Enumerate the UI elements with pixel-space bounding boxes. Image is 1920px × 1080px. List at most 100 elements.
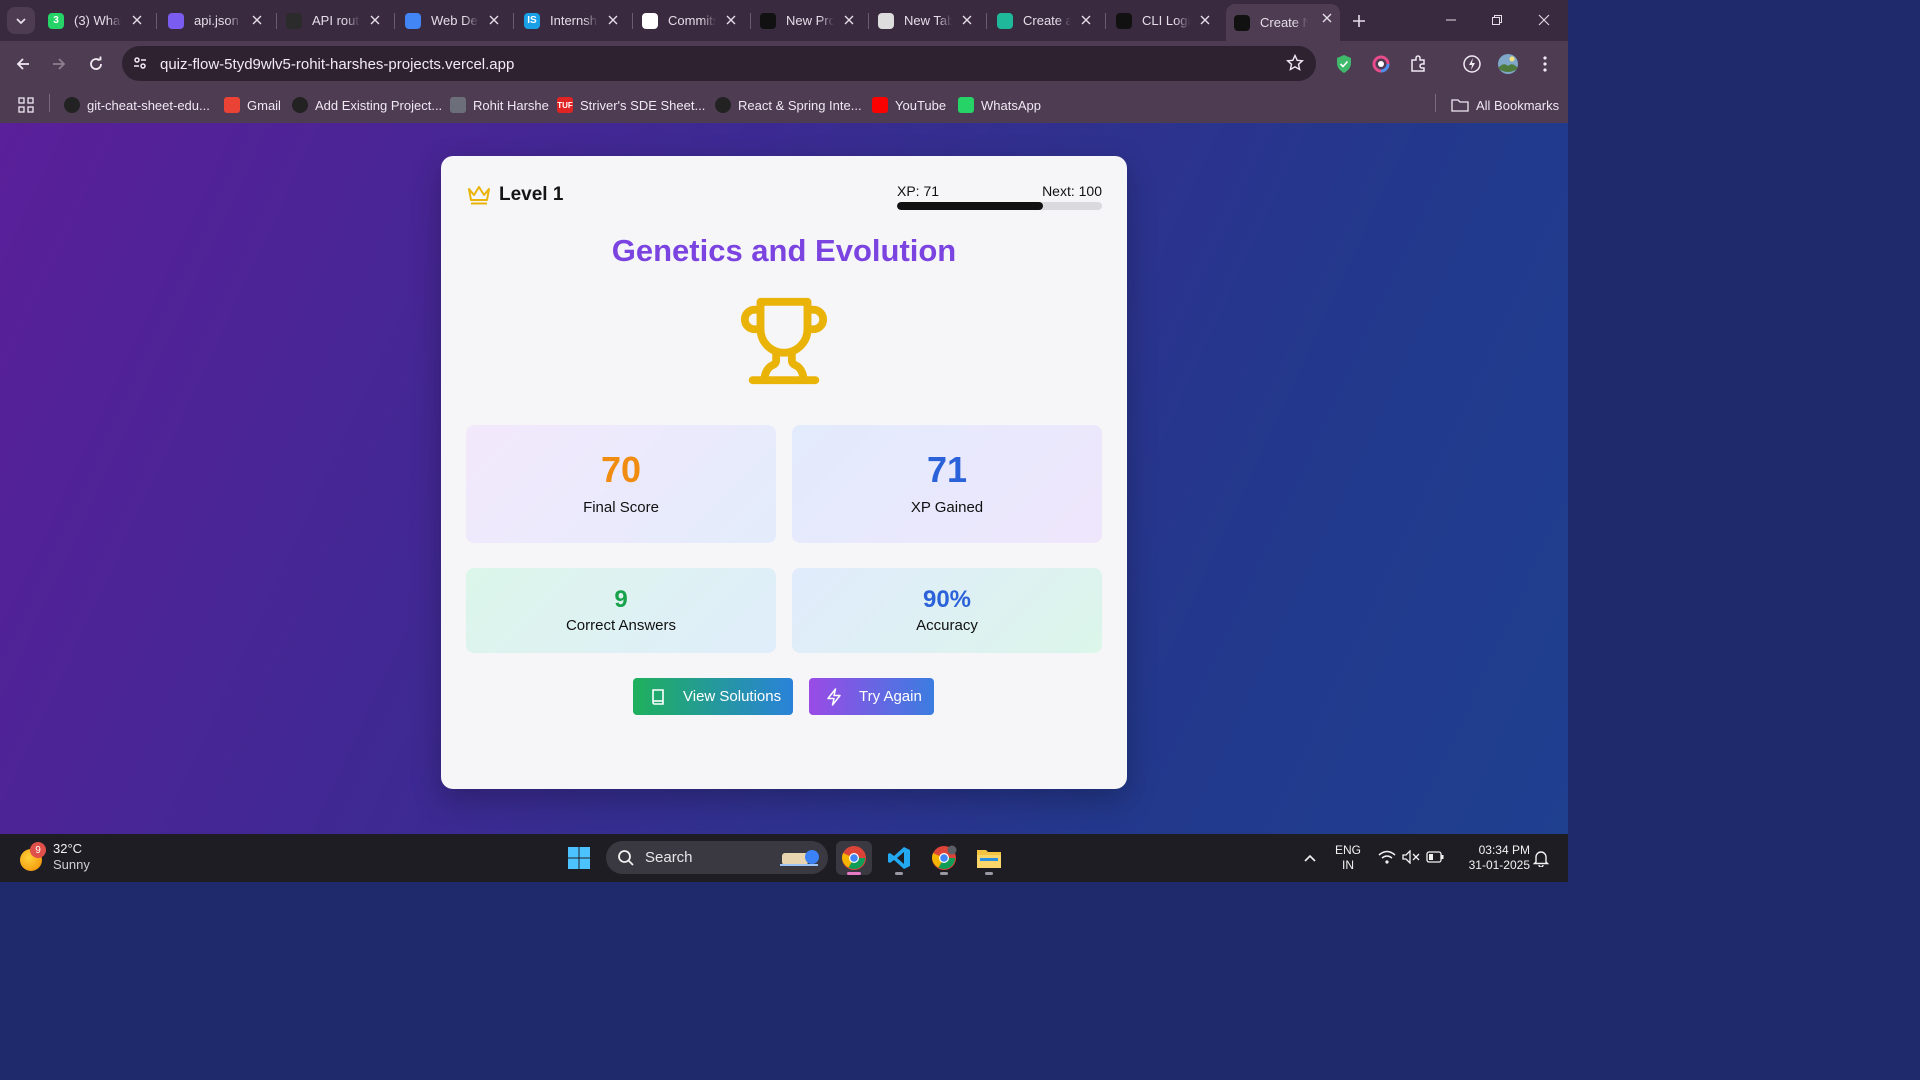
arrow-right-icon: [53, 58, 66, 70]
browser-tab[interactable]: api.json: [160, 6, 270, 35]
all-bookmarks-button[interactable]: All Bookmarks: [1451, 95, 1559, 115]
color-extension[interactable]: [1369, 52, 1393, 76]
xp-gained-value: 71: [926, 449, 968, 490]
address-bar[interactable]: quiz-flow-5tyd9wlv5-rohit-harshes-projec…: [122, 46, 1316, 81]
browser-tab[interactable]: Web Dev: [397, 6, 507, 35]
browser-tab[interactable]: IS Internship: [516, 6, 626, 35]
close-tab-icon[interactable]: [1320, 11, 1334, 25]
taskbar-vscode[interactable]: [881, 841, 917, 875]
try-again-button[interactable]: Try Again: [809, 678, 934, 715]
tab-separator: [750, 13, 751, 29]
reload-button[interactable]: [81, 49, 111, 79]
new-tab-button[interactable]: [1347, 9, 1371, 33]
close-tab-icon[interactable]: [250, 13, 264, 27]
region-code: IN: [1342, 858, 1354, 872]
close-tab-icon[interactable]: [960, 13, 974, 27]
tab-title: Commits: [668, 13, 716, 28]
google-docs-icon: [405, 12, 421, 29]
view-solutions-button[interactable]: View Solutions: [633, 678, 793, 715]
close-tab-icon[interactable]: [1198, 13, 1212, 27]
notification-bell-icon[interactable]: [1533, 849, 1549, 867]
browser-tab[interactable]: Commits: [634, 6, 744, 35]
battery-icon[interactable]: [1426, 851, 1444, 863]
bookmark-item[interactable]: YouTube: [872, 95, 946, 115]
close-tab-icon[interactable]: [842, 13, 856, 27]
url-text[interactable]: quiz-flow-5tyd9wlv5-rohit-harshes-projec…: [160, 56, 514, 73]
bookmark-item[interactable]: React & Spring Inte...: [715, 95, 862, 115]
browser-tab[interactable]: CLI Login: [1108, 6, 1218, 35]
bookmark-label: git-cheat-sheet-edu...: [87, 97, 210, 113]
tab-separator: [513, 13, 514, 29]
tab-title: (3) WhatsApp: [74, 13, 122, 28]
close-tab-icon[interactable]: [487, 13, 501, 27]
language-indicator[interactable]: ENG IN: [1334, 843, 1362, 873]
bookmark-item[interactable]: Gmail: [224, 95, 281, 115]
browser-tab[interactable]: Create a: [989, 6, 1099, 35]
close-tab-icon[interactable]: [130, 13, 144, 27]
tab-separator: [1105, 13, 1106, 29]
tab-search-button[interactable]: [7, 7, 35, 34]
close-tab-icon[interactable]: [1079, 13, 1093, 27]
shield-extension[interactable]: [1332, 52, 1356, 76]
tab-separator: [276, 13, 277, 29]
apps-button[interactable]: [18, 95, 34, 115]
bookmark-label: React & Spring Inte...: [738, 97, 862, 113]
close-tab-icon[interactable]: [368, 13, 382, 27]
volume-muted-icon[interactable]: [1402, 850, 1420, 864]
bookmark-star-icon[interactable]: [1286, 54, 1304, 72]
wifi-icon[interactable]: [1378, 850, 1396, 864]
close-icon: [1538, 14, 1550, 26]
close-tab-icon[interactable]: [724, 13, 738, 27]
weather-widget[interactable]: 9 32°C Sunny: [20, 841, 90, 873]
folder-icon: [977, 850, 1001, 868]
bookmark-label: Gmail: [247, 97, 281, 113]
close-window-button[interactable]: [1529, 8, 1559, 32]
menu-button[interactable]: [1533, 52, 1557, 76]
site-info-icon[interactable]: [132, 55, 148, 71]
final-score-caption: Final Score: [583, 499, 659, 516]
minimize-button[interactable]: [1436, 8, 1466, 32]
start-button[interactable]: [561, 841, 597, 875]
tab-separator: [394, 13, 395, 29]
final-score-card: 70 Final Score: [466, 425, 776, 543]
extensions-button[interactable]: [1406, 52, 1430, 76]
xp-gained-caption: XP Gained: [910, 499, 984, 516]
taskbar-search[interactable]: Search: [606, 841, 828, 874]
clock[interactable]: 03:34 PM 31-01-2025: [1454, 843, 1530, 873]
bookmarks-bar: git-cheat-sheet-edu... Gmail Add Existing …: [0, 87, 1568, 123]
browser-tab[interactable]: 3 (3) WhatsApp: [40, 6, 150, 35]
openai-icon: [715, 97, 731, 113]
profile-avatar[interactable]: [1496, 52, 1520, 76]
bookmark-item[interactable]: Rohit Harshe: [450, 95, 549, 115]
browser-tab[interactable]: API routes: [278, 6, 388, 35]
whatsapp-icon: 3: [48, 12, 64, 29]
close-tab-icon[interactable]: [606, 13, 620, 27]
bookmark-item[interactable]: git-cheat-sheet-edu...: [64, 95, 210, 115]
windows-icon: [568, 847, 590, 869]
browser-tab[interactable]: New Tab: [870, 6, 980, 35]
bookmark-item[interactable]: TUF Striver's SDE Sheet...: [557, 95, 705, 115]
restore-button[interactable]: [1482, 8, 1512, 32]
tray-overflow-button[interactable]: [1298, 846, 1322, 870]
reload-icon: [90, 56, 102, 70]
taskbar-file-explorer[interactable]: [971, 841, 1007, 875]
bookmark-item[interactable]: Add Existing Project...: [292, 95, 442, 115]
browser-tab[interactable]: Create N: [1226, 4, 1340, 41]
apps-grid-icon: [18, 97, 34, 113]
browser-tab[interactable]: New Project: [752, 6, 862, 35]
forward-button[interactable]: [44, 49, 74, 79]
taskbar-chrome-profile[interactable]: [926, 841, 962, 875]
book-icon: [652, 688, 664, 705]
lightning-icon: [827, 687, 841, 706]
search-icon: [618, 849, 634, 866]
bookmark-item[interactable]: WhatsApp: [958, 95, 1041, 115]
tab-title: api.json: [194, 13, 239, 28]
level-indicator: Level 1: [467, 184, 563, 206]
tuf-icon: TUF: [557, 97, 573, 113]
running-indicator: [940, 872, 948, 875]
xp-gained-card: 71 XP Gained: [792, 425, 1102, 543]
taskbar-chrome[interactable]: [836, 841, 872, 875]
performance-button[interactable]: [1460, 52, 1484, 76]
back-button[interactable]: [8, 49, 38, 79]
view-solutions-label: View Solutions: [683, 688, 782, 705]
